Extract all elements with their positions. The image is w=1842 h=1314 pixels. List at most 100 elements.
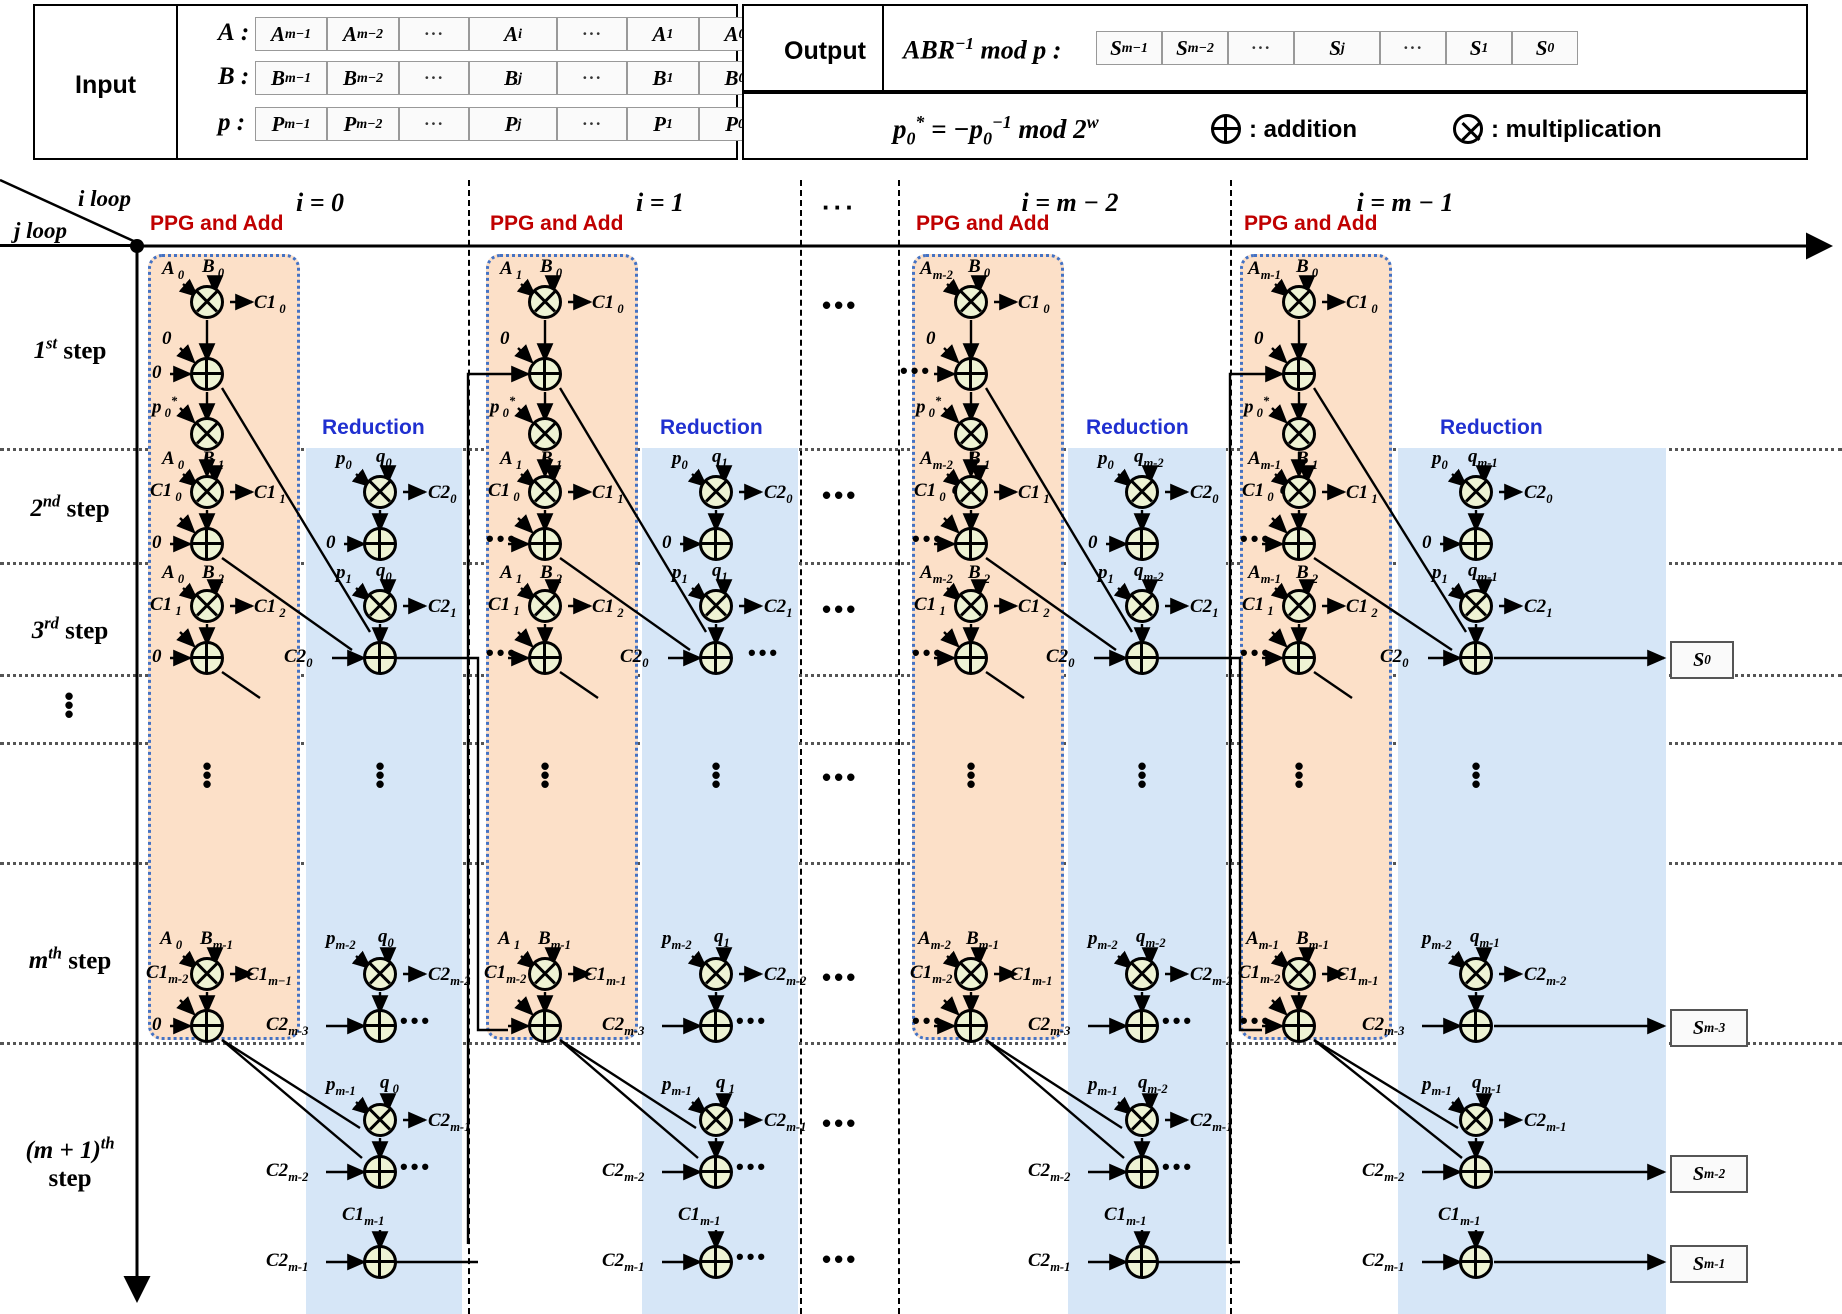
add-i0-s1 (190, 357, 224, 391)
label-im2-s3-b: B 2 (968, 562, 991, 586)
label-i0-s1-b: B 0 (202, 256, 225, 280)
label-i1-sm-b: Bm-1 (538, 928, 571, 952)
tag-reduction-im1: Reduction (1440, 416, 1543, 439)
label-red-im2-s3-p: p1 (1098, 562, 1114, 586)
hdots-i1-s2: ••• (486, 526, 519, 551)
label-red-i1-sm-q: q1 (714, 926, 730, 950)
hdots-im1-s2: ••• (1240, 526, 1273, 551)
mul-i0-s2 (190, 475, 224, 509)
mul-im2-sm (954, 957, 988, 991)
output-box-s0: S0 (1670, 641, 1734, 679)
legend-addition-text: : addition (1249, 116, 1357, 143)
label-i0-s3-a: A 0 (162, 562, 185, 586)
mul-i0-s1 (190, 285, 224, 319)
label-red-i1-s2-p: p0 (672, 448, 688, 472)
label-i0-sm-zero: 0 (152, 1014, 162, 1035)
hdots-im1-s3: ••• (1240, 640, 1273, 665)
cell-p-m1: Pm−1 (255, 107, 327, 141)
label-red-i0-sm-c2in: C2m-3 (266, 1014, 309, 1038)
mul-red-im1-sm (1459, 957, 1493, 991)
add-i0-s2 (190, 527, 224, 561)
step-label-3: 3rd step (31, 614, 109, 645)
label-i1-s1-b: B 0 (540, 256, 563, 280)
gap-dots-sm1: ••• (822, 1108, 859, 1138)
label-i0-s3-b: B 2 (202, 562, 225, 586)
label-i0-sm-b: Bm-1 (200, 928, 233, 952)
mul-red-i1-sm (699, 957, 733, 991)
label-im1-sm-b: Bm-1 (1296, 928, 1329, 952)
label-red-i0-s2-q: q0 (376, 446, 392, 470)
add-red-i1-sm1 (699, 1155, 733, 1189)
mul-im1-s1 (1282, 285, 1316, 319)
red-dots-im2: • • • (1137, 751, 1147, 799)
add-red-im2-s2 (1125, 527, 1159, 561)
label-red-i1-s2-zero: 0 (662, 532, 672, 553)
label-i1-s2-a: A 1 (500, 448, 523, 472)
input-row-p-label: p : (218, 109, 246, 136)
output-label: Output (784, 37, 866, 65)
label-im1-s2-b: B 1 (1296, 448, 1319, 472)
cell-a-1: A1 (627, 17, 699, 51)
input-row-a-cells: Am−1 Am−2 ··· Ai ··· A1 A0 (255, 17, 771, 51)
red-hdots-i0-sm: ••• (400, 1008, 433, 1033)
label-red-im1-final-c1: C1m-1 (1438, 1204, 1481, 1228)
label-im2-sm-a: Am-2 (918, 928, 951, 952)
label-im1-s1-zero1: 0 (1254, 328, 1264, 349)
label-red-im2-sm1-p: pm-1 (1088, 1074, 1118, 1098)
mul2-im2-s1 (954, 417, 988, 451)
tag-ppg-i1: PPG and Add (490, 212, 624, 235)
mul-i1-s3 (528, 589, 562, 623)
label-red-im1-final-c2: C2m-1 (1362, 1250, 1405, 1274)
label-red-im2-sm-c2in: C2m-3 (1028, 1014, 1071, 1038)
label-i1-s1-a: A 1 (500, 258, 523, 282)
hdots-im2-s2: ••• (912, 526, 945, 551)
mul-im1-sm (1282, 957, 1316, 991)
label-red-i1-sm1-c2: C2m-1 (764, 1110, 807, 1134)
label-im1-s2-a: Am-1 (1248, 448, 1281, 472)
label-im1-sm-c1out: C1m-1 (1336, 964, 1379, 988)
add-red-i1-s2 (699, 527, 733, 561)
cell-a-i: Ai (469, 17, 557, 51)
label-im1-s3-b: B 2 (1296, 562, 1319, 586)
ppg-dots-im2: • • • (966, 751, 976, 799)
label-red-i0-sm-c2: C2m-2 (428, 964, 471, 988)
label-red-im2-final-c2: C2m-1 (1028, 1250, 1071, 1274)
tag-reduction-im2: Reduction (1086, 416, 1189, 439)
gap-dots-sm: ••• (822, 962, 859, 992)
label-red-i1-sm-p: pm-2 (662, 928, 692, 952)
label-red-im2-sm-q: qm-2 (1136, 926, 1166, 950)
label-red-im1-sm-c2in: C2m-3 (1362, 1014, 1405, 1038)
label-red-im2-s3-q: qm-2 (1134, 560, 1164, 584)
mul-i0-s3 (190, 589, 224, 623)
add-im1-s1 (1282, 357, 1316, 391)
label-red-i0-s3-p: p1 (336, 562, 352, 586)
mul-red-im2-sm (1125, 957, 1159, 991)
label-im2-s3-c1in: C1 1 (914, 594, 946, 618)
hdots-red-i1-sm1: ••• (736, 1154, 769, 1179)
add-im1-sm (1282, 1009, 1316, 1043)
mul-red-i1-s2 (699, 475, 733, 509)
tag-ppg-i0: PPG and Add (150, 212, 284, 235)
mul-i1-s1 (528, 285, 562, 319)
tag-ppg-im1: PPG and Add (1244, 212, 1378, 235)
label-im2-s3-c1out: C1 2 (1018, 596, 1050, 620)
cell-s-m1: Sm−1 (1096, 31, 1162, 65)
label-red-i1-s3-c2: C21 (764, 596, 793, 620)
label-red-im1-sm-c2: C2m-2 (1524, 964, 1567, 988)
input-row-p-cells: Pm−1 Pm−2 ··· Pj ··· P1 P0 (255, 107, 771, 141)
label-im2-s1-zero1: 0 (926, 328, 936, 349)
label-im1-s3-c1in: C1 1 (1242, 594, 1274, 618)
label-i1-s3-a: A 1 (500, 562, 523, 586)
label-red-i0-sm1-c2in: C2m-2 (266, 1160, 309, 1184)
label-red-im2-s3-c2in: C20 (1046, 646, 1075, 670)
add-red-i0-final (363, 1245, 397, 1279)
input-divider (176, 4, 178, 160)
label-i0-s2-zero: 0 (152, 532, 162, 553)
output-box-sm3: Sm-3 (1670, 1009, 1748, 1047)
label-im2-s1-c1: C1 0 (1018, 292, 1050, 316)
label-i0-sm-a: A 0 (160, 928, 183, 952)
step-label-2: 2nd step (30, 492, 110, 523)
label-im1-s1-p0star: p 0* (1244, 394, 1270, 421)
label-red-i1-sm-c2: C2m-2 (764, 964, 807, 988)
label-i0-s1-c1: C1 0 (254, 292, 286, 316)
